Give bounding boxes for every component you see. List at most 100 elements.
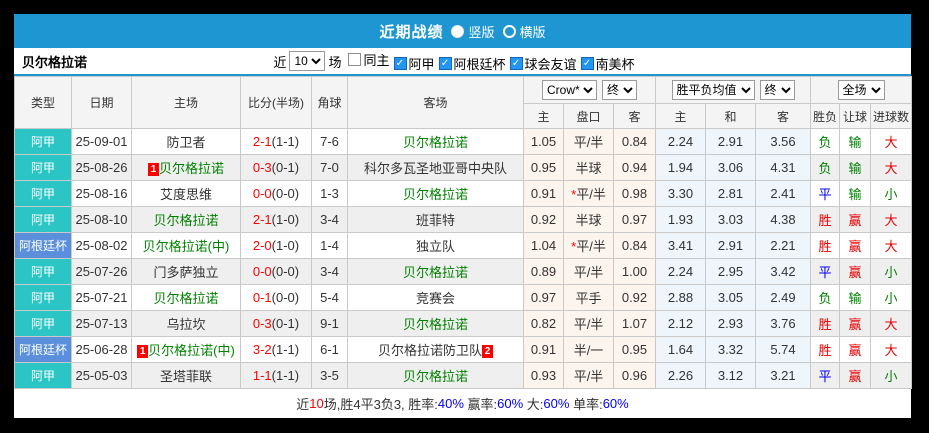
summary-segment: 近 [296,396,310,412]
team-name[interactable]: 班菲特 [416,213,455,228]
odds-home-cell: 1.04 [523,232,564,259]
horizontal-layout-label[interactable]: 横版 [520,22,546,41]
checkbox-label[interactable]: 球会友谊 [525,54,577,73]
match-row[interactable]: 阿甲 25-08-26 1 贝尔格拉诺 0-3(0-1) 7-0 科尔多瓦圣地亚哥中央队 0.… [14,154,913,181]
sub-col-8: 进球数 [870,103,913,129]
result-text: 大 [884,213,898,228]
team-name[interactable]: 贝尔格拉诺 [403,369,468,384]
team-name[interactable]: 贝尔格拉诺 [153,213,218,228]
card-badge: 1 [137,345,149,358]
mean-period-select[interactable]: 终 [759,80,795,100]
checkbox-label[interactable]: 同主 [363,50,389,69]
checkbox-label[interactable]: 阿根廷杯 [454,54,506,73]
fulltime-score: 2-0 [252,238,272,253]
scope-select[interactable]: 全场 [837,80,885,100]
score-cell: 0-0(0-0) [240,258,312,285]
result-goals-cell: 小 [870,180,913,207]
league-checkbox-同主[interactable]: 同主 [348,50,390,69]
mean-away-cell: 3.21 [754,362,812,389]
team-name[interactable]: 贝尔格拉诺防卫队 [378,343,482,358]
vertical-layout-radio[interactable] [451,24,465,38]
team-name[interactable]: 贝尔格拉诺 [403,135,468,150]
home-team-cell: 艾度思维 [131,180,241,207]
away-team-cell: 竞赛会 [347,284,524,311]
team-name[interactable]: 贝尔格拉诺 [403,317,468,332]
score-cell: 0-3(0-1) [240,310,312,337]
team-name: 贝尔格拉诺 [22,54,88,70]
odds-away-cell: 0.97 [613,206,656,233]
away-team-cell: 贝尔格拉诺 [347,128,524,155]
team-name[interactable]: 贝尔格拉诺(中) [148,343,235,358]
league-checkbox-阿根廷杯[interactable]: ✓ 阿根廷杯 [438,54,506,73]
team-name[interactable]: 乌拉坎 [166,317,205,332]
result-goals-cell: 大 [870,310,913,337]
checkbox-label[interactable]: 南美杯 [596,54,635,73]
match-row[interactable]: 阿甲 25-05-03 圣塔菲联 1-1(1-1) 3-5 贝尔格拉诺 0.93 平/半 0.9… [14,362,913,389]
match-row[interactable]: 阿甲 25-07-26 门多萨独立 0-0(0-0) 3-4 贝尔格拉诺 0.89 平/半 1.… [14,258,913,285]
team-name[interactable]: 贝尔格拉诺 [159,161,224,176]
checked-checkbox-icon[interactable]: ✓ [438,56,452,70]
unchecked-checkbox-icon[interactable] [348,52,362,66]
sub-col-4: 和 [705,103,756,129]
odds-home-cell: 0.95 [523,154,564,181]
match-row[interactable]: 阿甲 25-08-16 艾度思维 0-0(0-0) 1-3 贝尔格拉诺 0.91 *平/半 0.… [14,180,913,207]
team-name[interactable]: 竞赛会 [416,291,455,306]
match-row[interactable]: 阿甲 25-09-01 防卫者 2-1(1-1) 7-6 贝尔格拉诺 1.05 平/半 0.84… [14,128,913,155]
summary-segment: 60% [602,395,629,411]
fulltime-score: 0-3 [252,316,272,331]
checked-checkbox-icon[interactable]: ✓ [580,56,594,70]
vertical-layout-label[interactable]: 竖版 [468,22,494,41]
match-row[interactable]: 阿甲 25-07-13 乌拉坎 0-3(0-1) 9-1 贝尔格拉诺 0.82 平/半 1.07… [14,310,913,337]
odds-period-select[interactable]: 终 [602,80,637,100]
halftime-score: (1-1) [271,342,300,357]
team-name[interactable]: 贝尔格拉诺 [403,265,468,280]
result-text: 大 [884,317,898,332]
odds-home-cell: 0.93 [523,362,564,389]
handicap-cell: 半球 [563,154,614,181]
match-row[interactable]: 阿甲 25-08-10 贝尔格拉诺 2-1(1-0) 3-4 班菲特 0.92 半球 0.97 1… [14,206,913,233]
league-checkbox-南美杯[interactable]: ✓ 南美杯 [580,54,635,73]
match-row[interactable]: 阿根廷杯 25-06-28 1 贝尔格拉诺(中) 3-2(1-1) 6-1 贝尔格拉诺防卫队… [14,336,913,363]
checkbox-label[interactable]: 阿甲 [409,54,435,73]
match-row[interactable]: 阿甲 25-07-21 贝尔格拉诺 0-1(0-0) 5-4 竞赛会 0.97 平手 0.92 2… [14,284,913,311]
league-type-cell: 阿甲 [14,284,72,311]
team-name[interactable]: 圣塔菲联 [160,369,212,384]
team-name[interactable]: 门多萨独立 [153,265,218,280]
mean-draw-cell: 3.03 [705,206,756,233]
home-team-cell: 门多萨独立 [131,258,241,285]
team-name[interactable]: 独立队 [416,239,455,254]
team-name[interactable]: 贝尔格拉诺 [403,187,468,202]
team-name[interactable]: 防卫者 [166,135,205,150]
result-goals-cell: 大 [870,336,913,363]
odds-home-cell: 0.92 [523,206,564,233]
checked-checkbox-icon[interactable]: ✓ [509,56,523,70]
mean-away-cell: 3.42 [754,258,812,285]
handicap-cell: 平/半 [563,128,614,155]
match-count-select[interactable]: 10 [289,51,326,71]
checked-checkbox-icon[interactable]: ✓ [393,56,407,70]
league-checkbox-球会友谊[interactable]: ✓ 球会友谊 [509,54,577,73]
result-text: 赢 [848,369,862,384]
team-name[interactable]: 科尔多瓦圣地亚哥中央队 [364,161,507,176]
date-cell: 25-07-26 [71,258,132,285]
team-name[interactable]: 艾度思维 [160,187,212,202]
result-goals-cell: 大 [870,206,913,233]
result-text: 大 [884,161,898,176]
horizontal-layout-radio[interactable] [502,24,516,38]
bookmaker-select[interactable]: Crow* [542,80,597,100]
result-wdl-cell: 胜 [810,336,841,363]
mean-away-cell: 2.49 [754,284,812,311]
odds-away-cell: 0.84 [613,232,656,259]
result-text: 输 [848,135,862,150]
result-text: 大 [884,135,898,150]
mean-type-select[interactable]: 胜平负均值 [671,80,755,100]
team-name[interactable]: 贝尔格拉诺(中) [143,239,230,254]
sub-col-1: 盘口 [563,103,614,129]
team-name[interactable]: 贝尔格拉诺 [153,291,218,306]
mean-home-cell: 1.94 [655,154,706,181]
col-corner: 角球 [311,76,348,129]
result-wdl-cell: 平 [810,180,841,207]
result-text: 赢 [848,343,862,358]
league-checkbox-阿甲[interactable]: ✓ 阿甲 [393,54,435,73]
match-row[interactable]: 阿根廷杯 25-08-02 贝尔格拉诺(中) 2-0(1-0) 1-4 独立队 1.04 *平… [14,232,913,259]
